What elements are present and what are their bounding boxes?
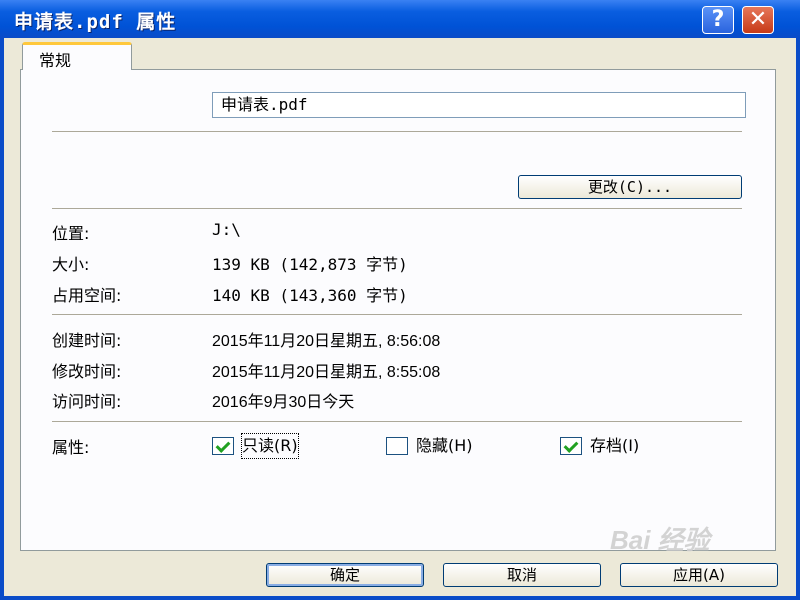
- accessed-label: 访问时间:: [52, 392, 122, 411]
- hidden-checkbox-box[interactable]: [386, 437, 408, 455]
- modified-value: 2015年11月20日星期五, 8:55:08: [212, 364, 441, 381]
- location-value: J:\: [212, 220, 241, 239]
- close-icon: ✕: [748, 7, 768, 32]
- window-frame-bottom: [0, 596, 800, 600]
- help-button[interactable]: ?: [702, 6, 734, 34]
- file-name-input[interactable]: 申请表.pdf: [212, 92, 746, 118]
- created-label: 创建时间:: [52, 331, 122, 350]
- tab-general-label: 常规: [39, 51, 72, 70]
- accessed-value: 2016年9月30日今天: [212, 394, 355, 411]
- size-on-disk-label: 占用空间:: [52, 286, 122, 305]
- tab-general[interactable]: 常规: [22, 42, 132, 70]
- archive-checkbox-label[interactable]: 存档(I): [590, 434, 639, 458]
- archive-checkbox-box[interactable]: [560, 437, 582, 455]
- tab-panel-general: [20, 69, 776, 551]
- baidu-watermark: Bai 经验: [610, 525, 710, 555]
- cancel-button[interactable]: 取消: [443, 563, 601, 587]
- divider: [52, 131, 742, 132]
- readonly-checkbox-label[interactable]: 只读(R): [241, 433, 299, 459]
- change-button[interactable]: 更改(C)...: [518, 175, 742, 199]
- modified-label: 修改时间:: [52, 362, 122, 381]
- divider: [52, 421, 742, 422]
- properties-dialog: 申请表.pdf 属性 ? ✕ 常规 申请表.pdf 更改(C)... 位置: J…: [0, 0, 800, 600]
- divider: [52, 208, 742, 209]
- title-bar[interactable]: 申请表.pdf 属性 ? ✕: [0, 0, 800, 38]
- window-frame-left: [0, 38, 4, 600]
- hidden-checkbox-label[interactable]: 隐藏(H): [416, 434, 473, 458]
- ok-button[interactable]: 确定: [266, 563, 424, 587]
- size-value: 139 KB (142,873 字节): [212, 255, 408, 274]
- apply-button[interactable]: 应用(A): [620, 563, 778, 587]
- help-icon: ?: [711, 7, 725, 32]
- size-on-disk-value: 140 KB (143,360 字节): [212, 286, 408, 305]
- close-button[interactable]: ✕: [742, 6, 774, 34]
- hidden-checkbox[interactable]: 隐藏(H): [386, 434, 516, 458]
- window-title: 申请表.pdf 属性: [14, 11, 177, 33]
- readonly-checkbox-box[interactable]: [212, 437, 234, 455]
- location-label: 位置:: [52, 224, 90, 243]
- attributes-label: 属性:: [52, 438, 90, 457]
- archive-checkbox[interactable]: 存档(I): [560, 434, 690, 458]
- size-label: 大小:: [52, 255, 90, 274]
- window-frame-right: [796, 38, 800, 600]
- divider: [52, 314, 742, 315]
- readonly-checkbox[interactable]: 只读(R): [212, 433, 342, 459]
- created-value: 2015年11月20日星期五, 8:56:08: [212, 333, 441, 350]
